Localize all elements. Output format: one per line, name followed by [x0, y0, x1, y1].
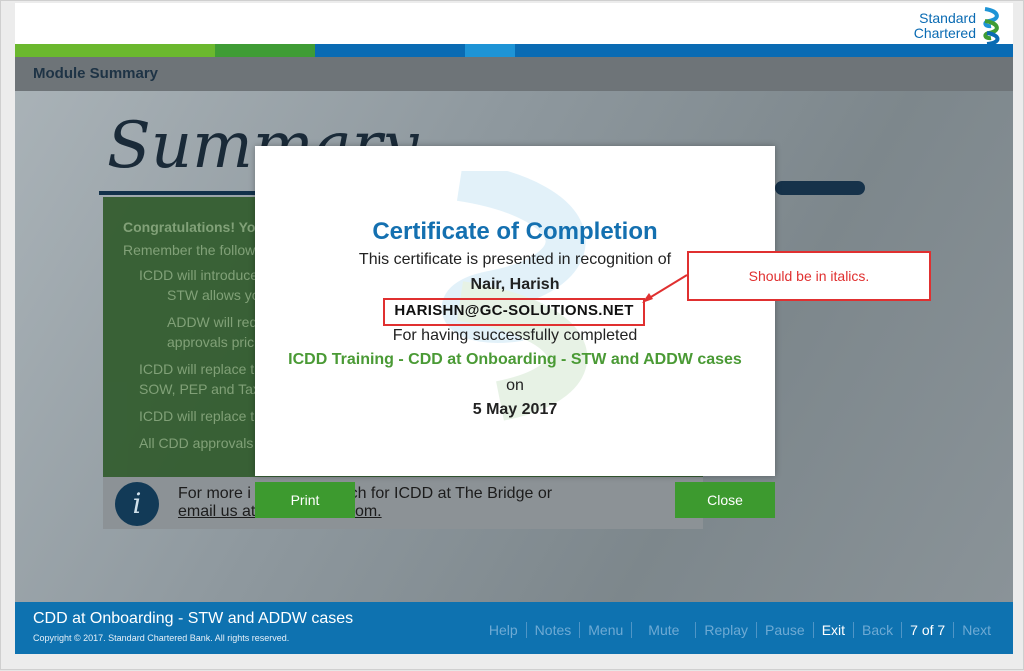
- copyright-text: Copyright © 2017. Standard Chartered Ban…: [33, 633, 290, 643]
- module-title: Module Summary: [33, 65, 159, 82]
- info-icon: i: [115, 482, 159, 526]
- certificate-course-name: ICDD Training - CDD at Onboarding - STW …: [288, 351, 742, 368]
- info-line2: email us at sc.com.: [178, 503, 382, 520]
- page-indicator: 7 of 7: [910, 622, 946, 638]
- menu-button[interactable]: Menu: [580, 622, 631, 638]
- certificate-on-text: on: [506, 377, 524, 394]
- footer-bar: CDD at Onboarding - STW and ADDW cases C…: [15, 602, 1013, 654]
- brand-line2: Chartered: [913, 25, 976, 41]
- panel-heading: Congratulations! Yo: [123, 219, 256, 235]
- mute-button[interactable]: Mute: [632, 622, 695, 638]
- certificate-completed-text: For having successfully completed: [392, 327, 638, 344]
- replay-button[interactable]: Replay: [696, 622, 756, 638]
- exit-button[interactable]: Exit: [814, 622, 853, 638]
- pause-button[interactable]: Pause: [757, 622, 813, 638]
- brand-name: Standard Chartered: [914, 11, 976, 41]
- info-line1: For more i arch for ICDD at The Bridge o…: [178, 485, 553, 502]
- close-button[interactable]: Close: [675, 482, 775, 518]
- app-window: Standard Chartered Module Summary Summar…: [0, 0, 1024, 670]
- pen-image: [775, 181, 865, 195]
- back-button[interactable]: Back: [854, 622, 901, 638]
- color-stripe: [15, 44, 1013, 57]
- panel-bullet: ADDW will req: [167, 314, 258, 330]
- sc-logo-icon: [983, 7, 1000, 45]
- certificate-dialog: Certificate of Completion This certifica…: [255, 146, 775, 476]
- panel-bullet: All CDD approvals: [139, 435, 254, 451]
- panel-bullet: STW allows yo: [167, 287, 260, 303]
- panel-bullet: ICDD will introduce: [139, 267, 259, 283]
- course-title: CDD at Onboarding - STW and ADDW cases: [33, 610, 354, 627]
- player-nav: Help Notes Menu Mute Replay Pause Exit B…: [481, 622, 999, 638]
- certificate-date: 5 May 2017: [472, 401, 558, 418]
- panel-bullet: approvals pric: [167, 334, 255, 350]
- annotation-callout: Should be in italics.: [687, 251, 931, 301]
- module-header: Module Summary: [15, 57, 1013, 91]
- info-bar: i For more i arch for ICDD at The Bridge…: [103, 477, 703, 529]
- panel-bullet: ICDD will replace t: [139, 361, 255, 377]
- email-highlight-box: HARISHN@GC-SOLUTIONS.NET: [383, 298, 645, 326]
- certificate-title: Certificate of Completion: [372, 218, 658, 245]
- print-button[interactable]: Print: [255, 482, 355, 518]
- panel-intro: Remember the follow: [123, 242, 256, 258]
- panel-bullet: SOW, PEP and Tax: [139, 381, 260, 397]
- certificate-email: HARISHN@GC-SOLUTIONS.NET: [394, 302, 634, 319]
- panel-bullet: ICDD will replace t: [139, 408, 255, 424]
- brand-line1: Standard: [919, 10, 976, 26]
- info-text: For more i arch for ICDD at The Bridge o…: [178, 485, 552, 521]
- next-button[interactable]: Next: [954, 622, 999, 638]
- header: Standard Chartered: [15, 3, 1013, 45]
- brand-logo: Standard Chartered: [914, 7, 1005, 45]
- help-button[interactable]: Help: [481, 622, 526, 638]
- notes-button[interactable]: Notes: [527, 622, 580, 638]
